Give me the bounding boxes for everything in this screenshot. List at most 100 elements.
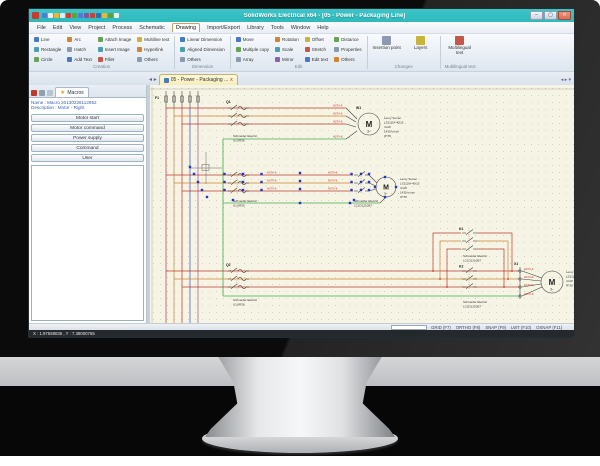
schematic-canvas[interactable]: F1 Q1 Schneider Electric U1UR36 H07V-K H… [150,85,574,323]
motor-spec: 4 kW [400,186,407,190]
hyperlink-button[interactable]: Hyperlink [136,45,170,54]
menu-schematic[interactable]: Schematic [139,25,165,31]
group-user[interactable]: User [31,154,144,162]
open-icon[interactable] [48,13,53,18]
redo-icon[interactable] [66,13,71,18]
circle-button[interactable]: Circle [33,55,62,64]
menu-process[interactable]: Process [112,25,132,31]
cursor-coordinates: X : 1.97559035 , Y : 7.38000765 [33,331,95,336]
group-command[interactable]: Command [31,144,144,152]
grid-toggle[interactable]: GRID (F7) [431,325,451,330]
tab-nav-arrows[interactable]: ◂ ▸ [149,76,157,83]
others-icon [180,57,186,62]
help-icon[interactable] [102,13,107,18]
rotation-button[interactable]: Rotation [274,35,300,44]
menu-tools[interactable]: Tools [271,25,284,31]
ribbon-separator [229,36,231,69]
group-power-supply[interactable]: Power supply [31,134,144,142]
multilingual-text-button[interactable]: Multilingual text [445,35,475,64]
command-input[interactable] [391,324,427,330]
menu-project[interactable]: Project [88,25,105,31]
mfr-ref: U1UR36 [233,303,245,307]
fillet-button[interactable]: Fillet [97,55,133,64]
star-icon: ★ [60,89,66,96]
settings-icon[interactable] [96,13,101,18]
offset-button[interactable]: Offset [304,35,329,44]
edit-text-button[interactable]: Edit text [304,55,329,64]
lwt-toggle[interactable]: LWT (F10) [511,325,531,330]
menu-drawing[interactable]: Drawing [171,23,201,32]
tab-scroll-controls[interactable]: ◂ ▸ ▾ [561,77,571,83]
menu-help[interactable]: Help [317,25,328,31]
osnap-toggle[interactable]: OSNAP (F11) [536,325,562,330]
fuse-tag: F1 [155,96,159,100]
record-macro-icon[interactable] [31,90,37,96]
motor-letter: M [366,120,373,129]
print-icon[interactable] [72,13,77,18]
attach-image-button[interactable]: Attach Image [97,35,133,44]
rectangle-button[interactable]: Rectangle [33,45,62,54]
insertion-point-button[interactable]: Insertion point [372,35,402,64]
add-text-button[interactable]: Add Text [66,55,92,64]
stretch-button[interactable]: Stretch [304,45,329,54]
line-button[interactable]: Line [33,35,62,44]
snap-toggle[interactable]: SNAP (F9) [485,325,506,330]
maximize-button[interactable]: ▢ [544,11,557,20]
dimension-others-button[interactable]: Others [179,55,226,64]
arc-button[interactable]: Arc [66,35,92,44]
distance-button[interactable]: Distance [333,35,363,44]
creation-others-button[interactable]: Others [136,55,170,64]
undo-icon[interactable] [60,13,65,18]
linear-dimension-icon [180,37,186,42]
quick-access-toolbar[interactable] [42,13,119,18]
layers-button[interactable]: Layers [406,35,436,64]
cable-label: H07V-K [267,179,277,183]
contactor-tag: K1 [459,227,463,231]
pan-icon[interactable] [84,13,89,18]
edit-others-button[interactable]: Others [333,55,363,64]
save-icon[interactable] [54,13,59,18]
group-motor-command[interactable]: Motor command [31,124,144,132]
filter-icon[interactable] [47,90,53,96]
cable-label: H07V-K [328,171,338,175]
multiline-text-icon [137,37,143,42]
macros-tab[interactable]: ★ Macros [55,87,89,97]
menu-import-export[interactable]: Import/Export [207,25,240,31]
mfr-name: Schneider Electric [233,199,258,203]
tool-icon[interactable] [108,13,113,18]
macro-list[interactable] [31,165,144,321]
menu-edit[interactable]: Edit [53,25,62,31]
hatch-button[interactable]: Hatch [66,45,92,54]
array-button[interactable]: Array [235,55,270,64]
menu-view[interactable]: View [69,25,81,31]
cable-label: H07V-K [333,120,343,124]
menu-library[interactable]: Library [247,25,264,31]
menu-window[interactable]: Window [291,25,311,31]
ortho-toggle[interactable]: ORTHO (F8) [456,325,481,330]
refresh-icon[interactable] [90,13,95,18]
document-tab[interactable]: 05 - Power - Packaging ... x [158,74,238,85]
minimize-button[interactable]: – [530,11,543,20]
insert-image-button[interactable]: Insert Image [97,45,133,54]
fuse-symbols[interactable] [164,91,200,107]
group-motor-start[interactable]: Motor start [31,114,144,122]
ribbon-group-changes: Insertion point Layers Changes [370,35,438,70]
motor-spec: 1430 tr/min [384,130,399,134]
rectangle-icon [34,47,39,52]
mirror-button[interactable]: Mirror [274,55,300,64]
feeder-wires[interactable] [165,107,224,323]
scale-button[interactable]: Scale [274,45,300,54]
multiple-copy-button[interactable]: Multiple copy [235,45,270,54]
app-icon [32,12,39,19]
aligned-dimension-button[interactable]: Aligned Dimension [179,45,226,54]
tab-close-icon[interactable]: x [230,77,233,83]
properties-button[interactable]: Properties [333,45,363,54]
multiline-text-button[interactable]: Multiline text [136,35,170,44]
move-button[interactable]: Move [235,35,270,44]
close-button[interactable]: ✕ [558,11,571,20]
menu-file[interactable]: File [37,25,46,31]
new-icon[interactable] [42,13,47,18]
linear-dimension-button[interactable]: Linear Dimension [179,35,226,44]
folder-icon[interactable] [39,90,45,96]
zoom-icon[interactable] [78,13,83,18]
